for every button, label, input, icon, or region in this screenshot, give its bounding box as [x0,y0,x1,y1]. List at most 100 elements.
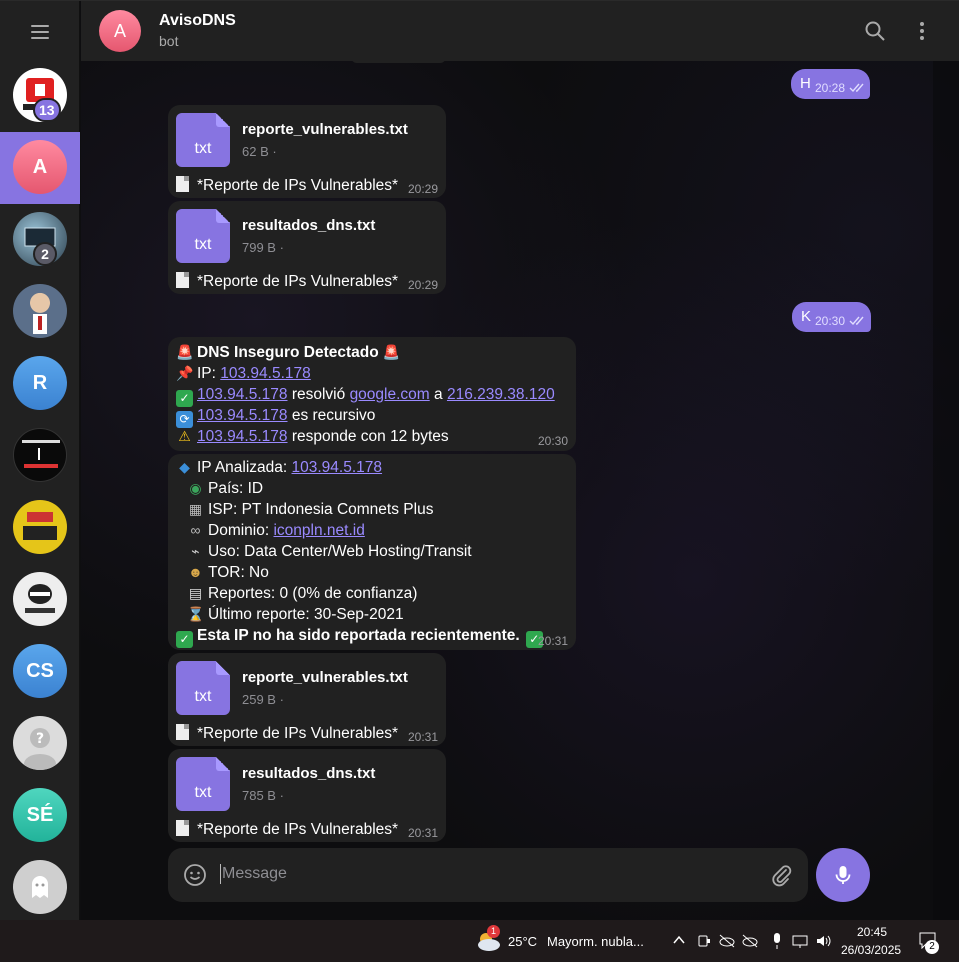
chat-item-10[interactable]: ? [0,708,80,780]
group-logo-icon [23,512,57,540]
voice-record-button[interactable] [816,848,870,902]
txt-file-icon[interactable]: txt [176,661,230,715]
person-icon [33,314,47,334]
microphone-tray-icon[interactable] [771,932,783,950]
chat-item-r[interactable]: R [0,348,80,420]
read-checkmarks-icon [849,316,864,326]
clipboard-icon: ▤ [188,585,203,601]
document-icon [176,272,189,288]
file-name[interactable]: reporte_vulnerables.txt [242,121,408,138]
outgoing-message[interactable]: K 20:30 [792,302,871,332]
message-time: 20:30 [538,434,569,448]
attach-paperclip-icon[interactable] [769,863,793,887]
windows-taskbar: 1 25°C Mayorm. nubla... 20:45 26/03/2025… [0,920,959,962]
message-time: 20:31 [538,634,569,648]
chat-header[interactable]: A AvisoDNS bot [81,1,959,61]
clock-date[interactable]: 26/03/2025 [841,943,901,957]
chat-item-4[interactable] [0,276,80,348]
resolved-ip-link[interactable]: 216.239.38.120 [447,386,555,403]
ip-analysis-message[interactable]: ◆ IP Analizada: 103.94.5.178 ◉ País: ID ▦ I… [168,454,576,650]
country-line: ◉ País: ID [187,480,263,498]
txt-file-icon[interactable]: txt [176,209,230,263]
txt-file-icon[interactable]: txt [176,757,230,811]
file-name[interactable]: resultados_dns.txt [242,765,375,782]
dns-alert-message[interactable]: 🚨 DNS Inseguro Detectado 🚨 📌 IP: 103.94.5.1… [168,337,576,451]
weather-description[interactable]: Mayorm. nubla... [547,934,644,949]
chat-item-cs[interactable]: CS [0,636,80,708]
cloud-off-icon[interactable] [741,933,759,949]
message-composer[interactable]: Message [168,848,808,902]
message-input[interactable]: Message [222,865,287,883]
domain-link[interactable]: iconpln.net.id [273,522,364,539]
avatar: SÉ [13,788,67,842]
message-list[interactable]: H 20:28 txt reporte_vulnerables.txt 62 B… [81,61,959,921]
more-vertical-icon [920,22,924,40]
file-message[interactable]: txt reporte_vulnerables.txt 62 B · *Repo… [168,105,446,198]
ip-link[interactable]: 103.94.5.178 [292,459,383,476]
file-caption: *Reporte de IPs Vulnerables* [176,820,398,839]
siren-icon: 🚨 [176,344,194,360]
avatar [13,428,67,482]
text-caret [220,864,221,884]
document-icon [176,724,189,740]
chat-item-security-room[interactable] [0,420,80,492]
menu-button[interactable] [20,19,60,45]
chat-item-7[interactable] [0,492,80,564]
ghost-icon [32,876,48,898]
reports-line: ▤ Reportes: 0 (0% de confianza) [188,585,418,602]
ip-link[interactable]: 103.94.5.178 [197,407,288,424]
ip-link[interactable]: 103.94.5.178 [197,386,288,403]
file-name[interactable]: reporte_vulnerables.txt [242,669,408,686]
domain-line: ∞ Dominio: iconpln.net.id [187,522,365,540]
avatar [13,860,67,914]
more-options-button[interactable] [910,19,934,43]
ip-link[interactable]: 103.94.5.178 [220,365,311,382]
scrollbar-track[interactable] [933,61,959,921]
search-button[interactable] [863,19,887,43]
tor-line: ☻ TOR: No [188,564,269,581]
weather-alert-badge: 1 [487,925,500,938]
file-message[interactable]: txt resultados_dns.txt 785 B · *Reporte … [168,749,446,842]
microphone-icon [835,866,851,884]
ip-line: 📌 IP: 103.94.5.178 [176,365,311,382]
meet-now-icon[interactable] [696,933,712,949]
chat-item-3[interactable]: 2 [0,204,80,276]
txt-file-icon[interactable]: txt [176,113,230,167]
svg-text:?: ? [36,731,44,747]
unread-badge: 2 [33,242,57,266]
file-message[interactable]: txt reporte_vulnerables.txt 259 B · *Rep… [168,653,446,746]
chevron-up-icon[interactable] [672,934,686,946]
chat-item-se[interactable]: SÉ [0,780,80,852]
telegram-window: 13 A 2 R CS ? SÉ A AvisoDNS bot H 20:28 … [0,0,959,921]
emoji-icon[interactable] [183,863,207,887]
analyzed-ip-line: ◆ IP Analizada: 103.94.5.178 [176,459,382,477]
message-text: K [801,308,812,325]
outgoing-message[interactable]: H 20:28 [791,69,870,99]
clock-time[interactable]: 20:45 [857,925,887,939]
message-time: 20:30 [815,314,846,328]
ip-link[interactable]: 103.94.5.178 [197,428,288,445]
avatar [13,284,67,338]
chat-item-universidad[interactable] [0,564,80,636]
file-size: 259 B · [242,692,284,707]
chat-item-ghost[interactable] [0,852,80,924]
file-size: 799 B · [242,240,284,255]
network-icon[interactable] [791,933,809,949]
office-building-icon: ▦ [188,501,203,517]
chat-item-1[interactable]: 13 [0,60,80,132]
volume-icon[interactable] [815,933,833,949]
alert-title: 🚨 DNS Inseguro Detectado 🚨 [176,344,401,361]
file-name[interactable]: resultados_dns.txt [242,217,375,234]
last-report-line: ⌛ Último reporte: 30-Sep-2021 [187,606,404,623]
domain-link[interactable]: google.com [350,386,430,403]
file-message[interactable]: txt resultados_dns.txt 799 B · *Reporte … [168,201,446,294]
cloud-off-icon[interactable] [718,933,736,949]
resolution-line: ✓ 103.94.5.178 resolvió google.com a 216.… [176,386,555,407]
status-line: ✓ Esta IP no ha sido reportada recienteme… [176,627,547,648]
chat-avatar[interactable]: A [99,10,141,52]
temperature[interactable]: 25°C [508,934,537,949]
blue-diamond-icon: ◆ [179,459,190,475]
avatar: ? [13,716,67,770]
chat-item-avisodns[interactable]: A [0,132,80,204]
message-time: 20:28 [815,81,846,95]
